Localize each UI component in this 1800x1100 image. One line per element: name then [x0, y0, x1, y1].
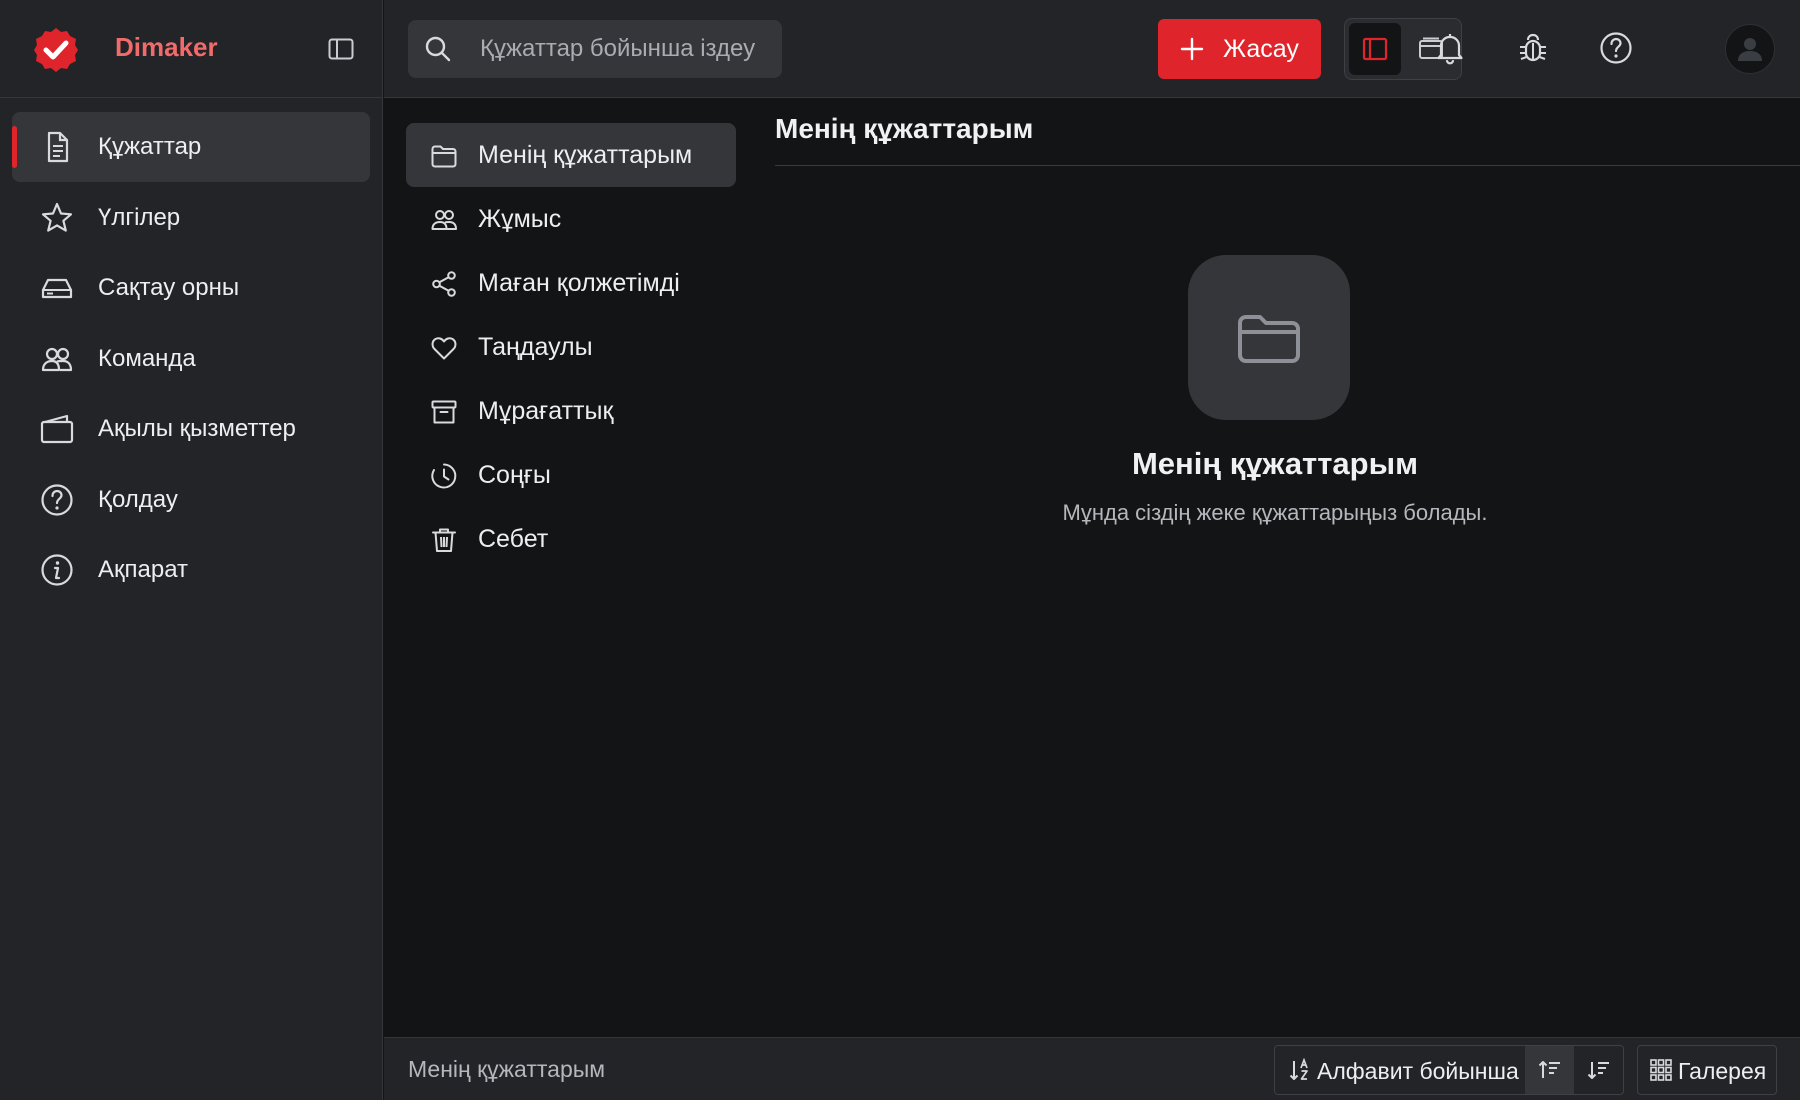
- search-icon: [424, 35, 452, 63]
- subnav-item-work[interactable]: Жұмыс: [406, 187, 736, 251]
- plus-icon: [1180, 37, 1204, 61]
- subnav-item-recent[interactable]: Соңғы: [406, 443, 736, 507]
- sidebar-item-info[interactable]: Ақпарат: [12, 535, 370, 605]
- folder-icon: [1238, 314, 1300, 363]
- topbar: Жасау: [384, 0, 1800, 98]
- report-bug-button[interactable]: [1513, 28, 1553, 68]
- archive-icon: [430, 398, 458, 426]
- sort-descending-icon: [1587, 1062, 1609, 1079]
- users-icon: [430, 206, 458, 234]
- subnav-item-label: Соңғы: [478, 461, 551, 489]
- sidebar-item-team[interactable]: Команда: [12, 324, 370, 394]
- breadcrumb: Менің құжаттарым: [408, 1056, 606, 1082]
- subnav-item-label: Жұмыс: [478, 205, 562, 233]
- view-mode-label: Галерея: [1678, 1058, 1767, 1084]
- brand-header: Dimaker: [0, 0, 383, 98]
- page-title: Менің құжаттарым: [775, 113, 1034, 144]
- star-icon: [40, 201, 74, 235]
- search-input[interactable]: [480, 30, 770, 68]
- brand-name: Dimaker: [115, 32, 218, 62]
- grid-icon: [1650, 1059, 1672, 1081]
- subnav-item-trash[interactable]: Себет: [406, 507, 736, 571]
- sidebar-item-label: Команда: [98, 344, 196, 372]
- help-circle-icon: [1600, 32, 1632, 64]
- sidebar-item-documents[interactable]: Құжаттар: [12, 112, 370, 182]
- empty-state-card: [1188, 255, 1350, 420]
- sidebar-collapse-icon[interactable]: [326, 34, 356, 64]
- brand-logo-icon[interactable]: [32, 26, 80, 74]
- share-icon: [430, 270, 458, 298]
- subnav-item-shared-with-me[interactable]: Маған қолжетімді: [406, 251, 736, 315]
- sort-ascending-button[interactable]: [1525, 1046, 1574, 1094]
- subnav-item-label: Себет: [478, 525, 549, 553]
- info-icon: [40, 553, 74, 587]
- sidebar-item-label: Ақылы қызметтер: [98, 415, 296, 442]
- sidebar-layout-icon: [1362, 37, 1388, 61]
- user-icon: [1738, 38, 1762, 61]
- sidebar-item-storage[interactable]: Сақтау орны: [12, 253, 370, 323]
- subnav-item-label: Таңдаулы: [478, 333, 593, 361]
- sidebar-nav: Құжаттар Үлгілер Сақтау орны Команда Ақы…: [12, 112, 370, 606]
- heart-icon: [430, 334, 458, 362]
- folder-icon: [430, 142, 458, 170]
- help-button[interactable]: [1596, 28, 1636, 68]
- sidebar-item-label: Үлгілер: [98, 203, 181, 231]
- sidebar-item-templates[interactable]: Үлгілер: [12, 183, 370, 253]
- subnav-item-label: Менің құжаттарым: [478, 141, 693, 169]
- sort-controls: Алфавит бойынша: [1274, 1045, 1624, 1095]
- sidebar-item-label: Ақпарат: [98, 556, 189, 583]
- sort-alpha-icon: [1289, 1058, 1311, 1082]
- bug-icon: [1520, 33, 1546, 62]
- sidebar-item-support[interactable]: Қолдау: [12, 465, 370, 535]
- documents-subnav: Менің құжаттарым Жұмыс Маған қолжетімді …: [406, 123, 736, 571]
- bell-icon: [1437, 34, 1463, 65]
- clock-icon: [430, 462, 458, 490]
- empty-state-description: Мұнда сіздің жеке құжаттарыңыз болады.: [1062, 500, 1488, 525]
- sidebar-item-label: Құжаттар: [98, 133, 202, 160]
- sidebar-layout-button[interactable]: [1349, 23, 1401, 75]
- sidebar: Dimaker Құжаттар Үлгілер Сақтау орны Ком…: [0, 0, 383, 1100]
- document-icon: [40, 130, 74, 164]
- sidebar-item-label: Қолдау: [98, 485, 178, 513]
- drive-icon: [40, 271, 74, 305]
- avatar[interactable]: [1725, 24, 1775, 74]
- subnav-item-label: Маған қолжетімді: [478, 269, 680, 297]
- trash-icon: [430, 526, 458, 554]
- sort-descending-button[interactable]: [1574, 1046, 1623, 1094]
- gallery-view-button[interactable]: Галерея: [1637, 1045, 1777, 1095]
- empty-state-title: Менің құжаттарым: [1131, 446, 1419, 481]
- sidebar-item-paid-services[interactable]: Ақылы қызметтер: [12, 394, 370, 464]
- notifications-button[interactable]: [1430, 28, 1470, 68]
- team-icon: [40, 342, 74, 376]
- help-circle-icon: [40, 483, 74, 517]
- subnav-item-favorites[interactable]: Таңдаулы: [406, 315, 736, 379]
- subnav-item-my-documents[interactable]: Менің құжаттарым: [406, 123, 736, 187]
- sort-ascending-icon: [1538, 1061, 1560, 1078]
- search-box[interactable]: [408, 20, 782, 78]
- sidebar-item-label: Сақтау орны: [98, 274, 240, 301]
- sort-by-alphabet-button[interactable]: Алфавит бойынша: [1275, 1046, 1525, 1094]
- create-button[interactable]: Жасау: [1158, 19, 1321, 79]
- status-bar: Менің құжаттарым Алфавит бойынша Галерея: [384, 1037, 1800, 1100]
- sort-label: Алфавит бойынша: [1317, 1058, 1519, 1084]
- create-button-label: Жасау: [1223, 34, 1299, 63]
- subnav-item-archived[interactable]: Мұрағаттық: [406, 379, 736, 443]
- title-divider: [775, 165, 1800, 166]
- subnav-item-label: Мұрағаттық: [478, 397, 614, 425]
- wallet-icon: [40, 412, 74, 446]
